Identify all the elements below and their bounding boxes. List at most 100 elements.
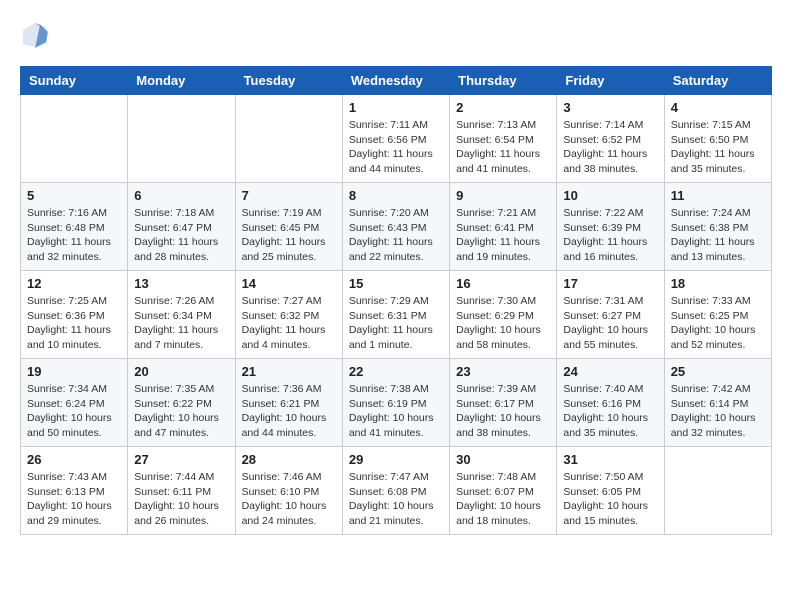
table-row: 19Sunrise: 7:34 AMSunset: 6:24 PMDayligh… [21, 359, 128, 447]
day-number: 3 [563, 100, 657, 115]
day-info: Sunrise: 7:13 AMSunset: 6:54 PMDaylight:… [456, 118, 550, 177]
day-info: Sunrise: 7:22 AMSunset: 6:39 PMDaylight:… [563, 206, 657, 265]
day-info: Sunrise: 7:48 AMSunset: 6:07 PMDaylight:… [456, 470, 550, 529]
day-number: 24 [563, 364, 657, 379]
table-row: 9 Sunrise: 7:21 AMSunset: 6:41 PMDaylight… [450, 183, 557, 271]
table-row: 10 Sunrise: 7:22 AMSunset: 6:39 PMDayligh… [557, 183, 664, 271]
day-number: 28 [242, 452, 336, 467]
table-row: 24 Sunrise: 7:40 AMSunset: 6:16 PMDayligh… [557, 359, 664, 447]
calendar-week-2: 5Sunrise: 7:16 AMSunset: 6:48 PMDaylight… [21, 183, 772, 271]
day-number: 4 [671, 100, 765, 115]
day-number: 27 [134, 452, 228, 467]
day-info: Sunrise: 7:16 AMSunset: 6:48 PMDaylight:… [27, 206, 121, 265]
table-row: 18 Sunrise: 7:33 AMSunset: 6:25 PMDayligh… [664, 271, 771, 359]
day-number: 17 [563, 276, 657, 291]
day-info: Sunrise: 7:27 AMSunset: 6:32 PMDaylight:… [242, 294, 336, 353]
day-header-thursday: Thursday [450, 67, 557, 95]
day-number: 31 [563, 452, 657, 467]
day-header-friday: Friday [557, 67, 664, 95]
day-info: Sunrise: 7:18 AMSunset: 6:47 PMDaylight:… [134, 206, 228, 265]
table-row: 22 Sunrise: 7:38 AMSunset: 6:19 PMDayligh… [342, 359, 449, 447]
day-info: Sunrise: 7:31 AMSunset: 6:27 PMDaylight:… [563, 294, 657, 353]
day-info: Sunrise: 7:19 AMSunset: 6:45 PMDaylight:… [242, 206, 336, 265]
table-row: 23 Sunrise: 7:39 AMSunset: 6:17 PMDayligh… [450, 359, 557, 447]
day-number: 21 [242, 364, 336, 379]
table-row: 3 Sunrise: 7:14 AMSunset: 6:52 PMDaylight… [557, 95, 664, 183]
day-number: 26 [27, 452, 121, 467]
day-number: 23 [456, 364, 550, 379]
table-row: 30 Sunrise: 7:48 AMSunset: 6:07 PMDayligh… [450, 447, 557, 535]
day-header-tuesday: Tuesday [235, 67, 342, 95]
table-row: 2 Sunrise: 7:13 AMSunset: 6:54 PMDaylight… [450, 95, 557, 183]
table-row [21, 95, 128, 183]
day-header-sunday: Sunday [21, 67, 128, 95]
day-number: 7 [242, 188, 336, 203]
table-row: 4 Sunrise: 7:15 AMSunset: 6:50 PMDaylight… [664, 95, 771, 183]
calendar-week-3: 12 Sunrise: 7:25 AMSunset: 6:36 PMDayligh… [21, 271, 772, 359]
day-number: 2 [456, 100, 550, 115]
day-info: Sunrise: 7:29 AMSunset: 6:31 PMDaylight:… [349, 294, 443, 353]
day-number: 18 [671, 276, 765, 291]
calendar-header-row: SundayMondayTuesdayWednesdayThursdayFrid… [21, 67, 772, 95]
day-info: Sunrise: 7:11 AMSunset: 6:56 PMDaylight:… [349, 118, 443, 177]
day-number: 6 [134, 188, 228, 203]
table-row: 20Sunrise: 7:35 AMSunset: 6:22 PMDayligh… [128, 359, 235, 447]
calendar: SundayMondayTuesdayWednesdayThursdayFrid… [20, 66, 772, 535]
day-info: Sunrise: 7:25 AMSunset: 6:36 PMDaylight:… [27, 294, 121, 353]
day-info: Sunrise: 7:50 AMSunset: 6:05 PMDaylight:… [563, 470, 657, 529]
table-row: 25Sunrise: 7:42 AMSunset: 6:14 PMDayligh… [664, 359, 771, 447]
day-info: Sunrise: 7:40 AMSunset: 6:16 PMDaylight:… [563, 382, 657, 441]
table-row: 14 Sunrise: 7:27 AMSunset: 6:32 PMDayligh… [235, 271, 342, 359]
day-info: Sunrise: 7:33 AMSunset: 6:25 PMDaylight:… [671, 294, 765, 353]
day-info: Sunrise: 7:38 AMSunset: 6:19 PMDaylight:… [349, 382, 443, 441]
day-number: 30 [456, 452, 550, 467]
day-info: Sunrise: 7:15 AMSunset: 6:50 PMDaylight:… [671, 118, 765, 177]
day-info: Sunrise: 7:46 AMSunset: 6:10 PMDaylight:… [242, 470, 336, 529]
day-header-monday: Monday [128, 67, 235, 95]
table-row: 11 Sunrise: 7:24 AMSunset: 6:38 PMDayligh… [664, 183, 771, 271]
table-row: 28 Sunrise: 7:46 AMSunset: 6:10 PMDayligh… [235, 447, 342, 535]
table-row [128, 95, 235, 183]
day-info: Sunrise: 7:24 AMSunset: 6:38 PMDaylight:… [671, 206, 765, 265]
day-info: Sunrise: 7:35 AMSunset: 6:22 PMDaylight:… [134, 382, 228, 441]
table-row: 16Sunrise: 7:30 AMSunset: 6:29 PMDayligh… [450, 271, 557, 359]
table-row: 6 Sunrise: 7:18 AMSunset: 6:47 PMDaylight… [128, 183, 235, 271]
day-info: Sunrise: 7:20 AMSunset: 6:43 PMDaylight:… [349, 206, 443, 265]
table-row: 31 Sunrise: 7:50 AMSunset: 6:05 PMDayligh… [557, 447, 664, 535]
day-number: 10 [563, 188, 657, 203]
day-info: Sunrise: 7:14 AMSunset: 6:52 PMDaylight:… [563, 118, 657, 177]
table-row [664, 447, 771, 535]
table-row: 21 Sunrise: 7:36 AMSunset: 6:21 PMDayligh… [235, 359, 342, 447]
calendar-week-1: 1 Sunrise: 7:11 AMSunset: 6:56 PMDaylight… [21, 95, 772, 183]
day-info: Sunrise: 7:36 AMSunset: 6:21 PMDaylight:… [242, 382, 336, 441]
page-header [20, 20, 772, 50]
day-number: 13 [134, 276, 228, 291]
table-row: 26 Sunrise: 7:43 AMSunset: 6:13 PMDayligh… [21, 447, 128, 535]
day-info: Sunrise: 7:34 AMSunset: 6:24 PMDaylight:… [27, 382, 121, 441]
logo [20, 20, 54, 50]
table-row: 5Sunrise: 7:16 AMSunset: 6:48 PMDaylight… [21, 183, 128, 271]
day-header-saturday: Saturday [664, 67, 771, 95]
day-info: Sunrise: 7:21 AMSunset: 6:41 PMDaylight:… [456, 206, 550, 265]
day-number: 11 [671, 188, 765, 203]
calendar-week-5: 26 Sunrise: 7:43 AMSunset: 6:13 PMDayligh… [21, 447, 772, 535]
day-number: 14 [242, 276, 336, 291]
table-row: 17 Sunrise: 7:31 AMSunset: 6:27 PMDayligh… [557, 271, 664, 359]
table-row: 27 Sunrise: 7:44 AMSunset: 6:11 PMDayligh… [128, 447, 235, 535]
day-number: 8 [349, 188, 443, 203]
table-row: 29Sunrise: 7:47 AMSunset: 6:08 PMDayligh… [342, 447, 449, 535]
day-number: 12 [27, 276, 121, 291]
day-info: Sunrise: 7:47 AMSunset: 6:08 PMDaylight:… [349, 470, 443, 529]
day-number: 9 [456, 188, 550, 203]
table-row [235, 95, 342, 183]
day-info: Sunrise: 7:39 AMSunset: 6:17 PMDaylight:… [456, 382, 550, 441]
day-info: Sunrise: 7:43 AMSunset: 6:13 PMDaylight:… [27, 470, 121, 529]
day-number: 1 [349, 100, 443, 115]
day-info: Sunrise: 7:44 AMSunset: 6:11 PMDaylight:… [134, 470, 228, 529]
table-row: 12 Sunrise: 7:25 AMSunset: 6:36 PMDayligh… [21, 271, 128, 359]
day-info: Sunrise: 7:30 AMSunset: 6:29 PMDaylight:… [456, 294, 550, 353]
day-info: Sunrise: 7:26 AMSunset: 6:34 PMDaylight:… [134, 294, 228, 353]
day-number: 25 [671, 364, 765, 379]
table-row: 1 Sunrise: 7:11 AMSunset: 6:56 PMDaylight… [342, 95, 449, 183]
day-number: 22 [349, 364, 443, 379]
